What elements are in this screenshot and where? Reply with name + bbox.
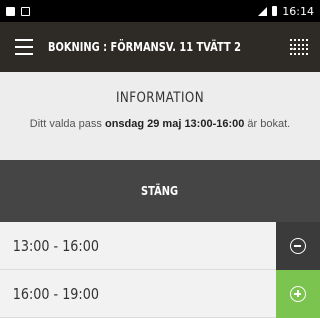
- slot-time: 16:00 - 19:00: [12, 284, 99, 303]
- remove-slot-button[interactable]: [276, 222, 320, 270]
- info-panel: INFORMATION Ditt valda pass onsdag 29 ma…: [0, 72, 320, 160]
- info-message: Ditt valda pass onsdag 29 maj 13:00-16:0…: [0, 118, 320, 130]
- calendar-grid-icon[interactable]: [290, 39, 308, 55]
- minus-circle-icon: [290, 238, 306, 254]
- hamburger-menu-icon[interactable]: [0, 22, 48, 72]
- page-title[interactable]: BOKNING : FÖRMANSV. 11 TVÄTT 2: [48, 40, 241, 54]
- status-bar: 16:14: [0, 0, 320, 22]
- status-time: 16:14: [282, 4, 314, 18]
- battery-icon: [272, 6, 278, 16]
- info-text-prefix: Ditt valda pass: [29, 118, 105, 130]
- time-slot-row: 16:00 - 19:00: [0, 270, 320, 318]
- sim-icon: [21, 6, 30, 16]
- info-heading: INFORMATION: [115, 90, 205, 106]
- close-button[interactable]: STÄNG: [0, 160, 320, 222]
- time-slot-row: 13:00 - 16:00: [0, 222, 320, 270]
- notification-icon: [6, 6, 15, 16]
- slot-time: 13:00 - 16:00: [12, 236, 99, 255]
- add-slot-button[interactable]: [276, 270, 320, 318]
- close-button-label: STÄNG: [141, 184, 179, 198]
- plus-circle-icon: [290, 286, 306, 302]
- signal-icon: [258, 6, 268, 16]
- info-text-suffix: är bokat.: [244, 118, 291, 130]
- info-text-booking: onsdag 29 maj 13:00-16:00: [104, 118, 245, 130]
- app-header: BOKNING : FÖRMANSV. 11 TVÄTT 2 ⌄: [0, 22, 320, 72]
